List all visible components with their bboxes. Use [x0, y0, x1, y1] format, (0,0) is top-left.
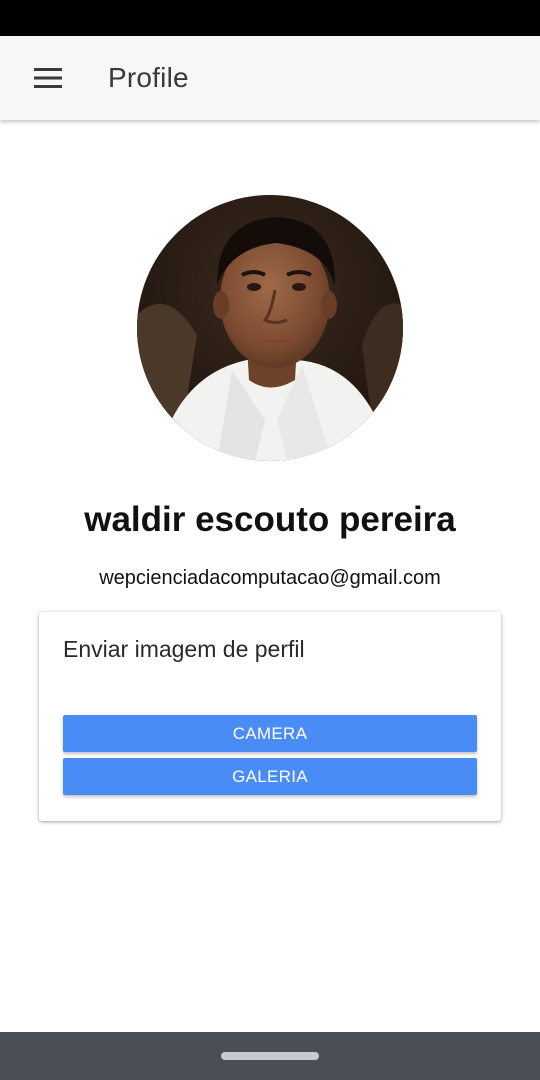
card-title: Enviar imagem de perfil: [63, 636, 305, 662]
user-name: waldir escouto pereira: [84, 500, 456, 539]
avatar[interactable]: [137, 195, 403, 461]
home-gesture-handle[interactable]: [221, 1052, 319, 1060]
system-navigation-bar: [0, 1032, 540, 1080]
hamburger-menu-icon: [34, 68, 62, 88]
upload-image-card: Enviar imagem de perfil CAMERA GALERIA: [39, 612, 501, 821]
gallery-button[interactable]: GALERIA: [63, 758, 477, 795]
page-title: Profile: [108, 62, 189, 93]
status-bar: [0, 0, 540, 36]
app-bar: Profile: [0, 36, 540, 120]
user-email: wepcienciadacomputacao@gmail.com: [99, 567, 441, 589]
profile-screen: Profile waldir escouto pereira wepcienci…: [0, 0, 540, 1080]
profile-photo: [137, 195, 403, 461]
camera-button[interactable]: CAMERA: [63, 715, 477, 752]
menu-button[interactable]: [22, 56, 74, 100]
